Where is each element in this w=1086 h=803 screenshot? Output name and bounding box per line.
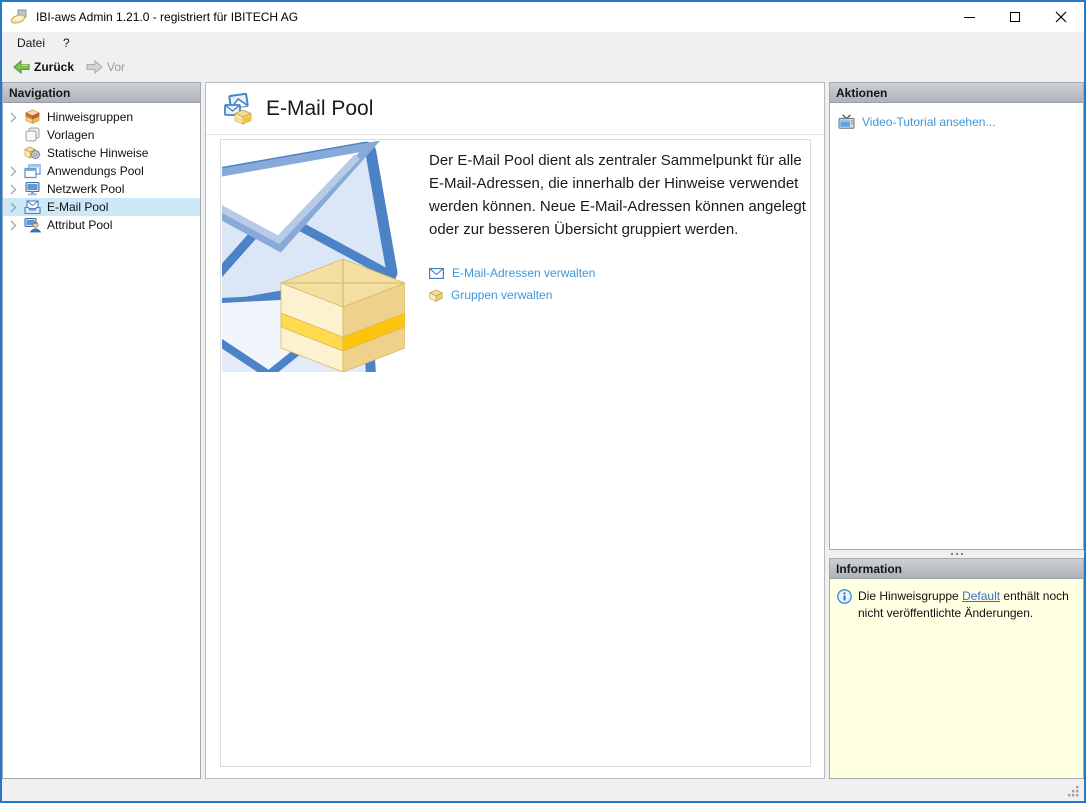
- tree-item-label: Vorlagen: [47, 128, 94, 142]
- maximize-button[interactable]: [992, 2, 1038, 32]
- templates-icon: [24, 127, 41, 143]
- chevron-placeholder: [10, 148, 24, 159]
- chevron-right-icon[interactable]: [10, 184, 24, 195]
- quick-link-label: Gruppen verwalten: [451, 288, 552, 302]
- minimize-button[interactable]: [946, 2, 992, 32]
- app-window: IBI-aws Admin 1.21.0 - registriert für I…: [0, 0, 1086, 803]
- navigation-header: Navigation: [3, 83, 200, 103]
- email-pool-large-icon: [221, 93, 253, 125]
- chevron-placeholder: [10, 130, 24, 141]
- main-panel: E-Mail Pool: [205, 82, 825, 779]
- tree-item-statische-hinweise[interactable]: Statische Hinweise: [3, 144, 200, 162]
- actions-header: Aktionen: [830, 83, 1083, 103]
- default-group-link[interactable]: Default: [962, 589, 1000, 603]
- action-link-label: Video-Tutorial ansehen...: [862, 115, 995, 129]
- group-box-icon: [429, 289, 443, 302]
- video-tutorial-link[interactable]: Video-Tutorial ansehen...: [830, 103, 1083, 140]
- tree-item-label: Hinweisgruppen: [47, 110, 133, 124]
- notice-groups-icon: [24, 109, 41, 125]
- tree-item-label: Netzwerk Pool: [47, 182, 124, 196]
- toolbar: Zurück Vor: [2, 54, 1084, 80]
- actions-panel: Aktionen Video-Tutorial ansehen...: [829, 82, 1084, 550]
- quick-link-label: E-Mail-Adressen verwalten: [452, 266, 595, 280]
- back-button[interactable]: Zurück: [7, 57, 80, 77]
- menu-bar: Datei ?: [2, 32, 1084, 54]
- status-bar: [2, 781, 1084, 801]
- tree-item-anwendungs-pool[interactable]: Anwendungs Pool: [3, 162, 200, 180]
- information-header: Information: [830, 559, 1083, 579]
- content-region: Navigation Hinweisgruppen: [2, 80, 1084, 781]
- window-controls: [946, 2, 1084, 32]
- navigation-panel: Navigation Hinweisgruppen: [2, 82, 201, 779]
- tree-item-hinweisgruppen[interactable]: Hinweisgruppen: [3, 108, 200, 126]
- close-button[interactable]: [1038, 2, 1084, 32]
- info-message-prefix: Die Hinweisgruppe: [858, 589, 962, 603]
- arrow-right-gray-icon: [86, 60, 103, 74]
- splitter-handle[interactable]: [829, 550, 1084, 558]
- tree-item-netzwerk-pool[interactable]: Netzwerk Pool: [3, 180, 200, 198]
- email-pool-illustration: [222, 141, 405, 372]
- page-description: Der E-Mail Pool dient als zentraler Samm…: [429, 149, 811, 241]
- window-title: IBI-aws Admin 1.21.0 - registriert für I…: [36, 10, 298, 24]
- tree-item-label: Anwendungs Pool: [47, 164, 144, 178]
- chevron-right-icon[interactable]: [10, 202, 24, 213]
- main-content-box: Der E-Mail Pool dient als zentraler Samm…: [220, 139, 811, 767]
- tree-item-attribut-pool[interactable]: Attribut Pool: [3, 216, 200, 234]
- video-tv-icon: [838, 114, 855, 129]
- tree-item-vorlagen[interactable]: Vorlagen: [3, 126, 200, 144]
- information-body: Die Hinweisgruppe Default enthält noch n…: [830, 579, 1083, 778]
- network-icon: [24, 181, 41, 197]
- splitter-dots-icon: [951, 553, 963, 555]
- arrow-left-green-icon: [13, 60, 30, 74]
- email-pool-icon: [24, 199, 41, 215]
- navigation-tree: Hinweisgruppen Vorlagen: [3, 103, 200, 234]
- app-icon: [10, 9, 28, 25]
- manage-groups-link[interactable]: Gruppen verwalten: [429, 284, 595, 306]
- resize-grip[interactable]: [1067, 785, 1080, 798]
- tree-item-label: E-Mail Pool: [47, 200, 108, 214]
- back-label: Zurück: [34, 60, 74, 74]
- chevron-right-icon[interactable]: [10, 112, 24, 123]
- forward-button[interactable]: Vor: [80, 57, 131, 77]
- tree-item-email-pool[interactable]: E-Mail Pool: [3, 198, 200, 216]
- tree-item-label: Attribut Pool: [47, 218, 112, 232]
- title-bar[interactable]: IBI-aws Admin 1.21.0 - registriert für I…: [2, 2, 1084, 32]
- chevron-right-icon[interactable]: [10, 220, 24, 231]
- menu-item-datei[interactable]: Datei: [8, 33, 54, 53]
- attribute-pool-icon: [24, 217, 41, 233]
- chevron-right-icon[interactable]: [10, 166, 24, 177]
- forward-label: Vor: [107, 60, 125, 74]
- menu-item-help[interactable]: ?: [54, 33, 79, 53]
- tree-item-label: Statische Hinweise: [47, 146, 148, 160]
- static-notices-icon: [24, 145, 41, 161]
- applications-icon: [24, 163, 41, 179]
- info-circle-icon: [837, 589, 852, 604]
- close-icon: [1055, 11, 1067, 23]
- main-header: E-Mail Pool: [206, 83, 824, 135]
- page-title: E-Mail Pool: [266, 97, 373, 121]
- manage-email-addresses-link[interactable]: E-Mail-Adressen verwalten: [429, 262, 595, 284]
- information-panel: Information Die Hinweisgruppe Default en…: [829, 558, 1084, 779]
- envelope-icon: [429, 268, 444, 279]
- information-message: Die Hinweisgruppe Default enthält noch n…: [858, 588, 1076, 769]
- minimize-icon: [964, 17, 975, 18]
- quick-links: E-Mail-Adressen verwalten Gruppen verwal…: [429, 262, 595, 306]
- maximize-icon: [1010, 12, 1020, 22]
